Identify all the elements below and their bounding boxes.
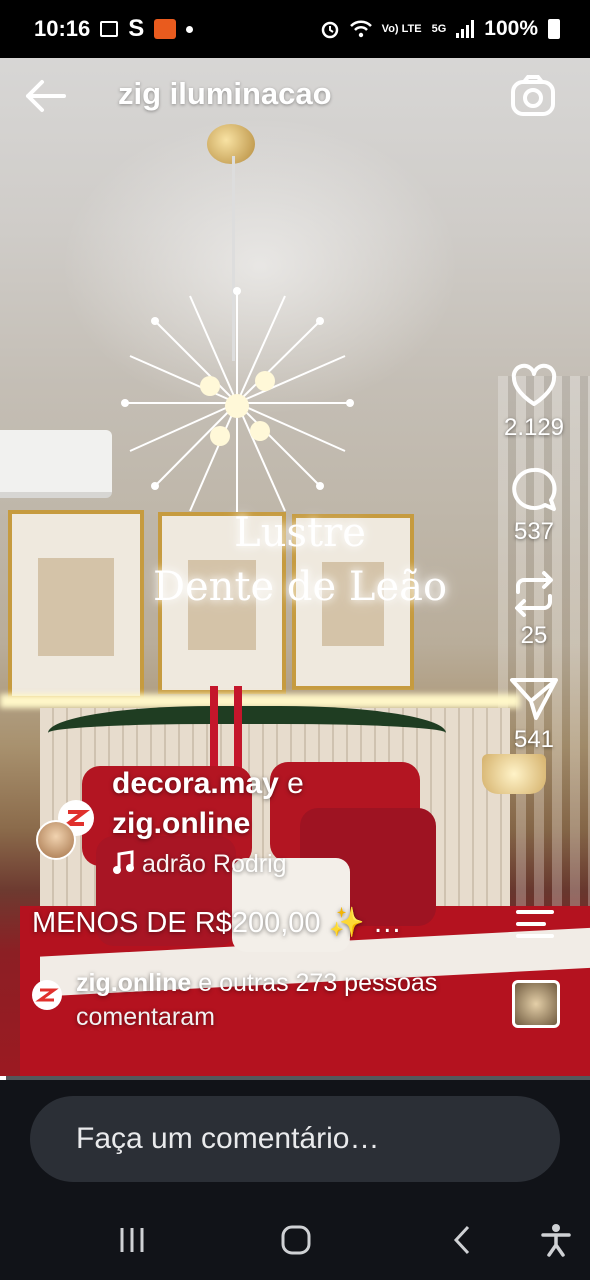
- recent-apps-button[interactable]: [110, 1218, 154, 1262]
- repost-button[interactable]: 25: [494, 568, 574, 650]
- comment-icon: [512, 467, 557, 511]
- 5g-label: 5G: [431, 23, 447, 35]
- avatar: [32, 980, 62, 1010]
- music-line[interactable]: adrão Rodrig: [112, 850, 287, 879]
- progress-fill: [0, 1076, 6, 1080]
- menu-button[interactable]: [512, 906, 558, 942]
- wifi-icon: [349, 20, 372, 38]
- action-rail: 2.129 537 25 541: [494, 360, 574, 776]
- author-name-2[interactable]: zig.online: [112, 807, 250, 840]
- comment-count: 537: [513, 518, 555, 545]
- wall-frame: [8, 510, 144, 700]
- battery-icon: [548, 19, 560, 39]
- chandelier-cap: [207, 124, 255, 164]
- volte-label: Vo) LTE: [381, 23, 422, 35]
- author-name-1[interactable]: decora.may: [112, 767, 279, 800]
- avatar: [36, 820, 76, 860]
- share-button[interactable]: 541: [494, 672, 574, 754]
- comment-button[interactable]: 537: [494, 464, 574, 546]
- back-button[interactable]: [22, 78, 66, 114]
- product-thumbnail[interactable]: [512, 980, 560, 1028]
- page-title: zig iluminacao: [118, 76, 332, 111]
- home-button[interactable]: [274, 1218, 318, 1262]
- overlay-line-2: Dente de Leão: [152, 564, 448, 610]
- camera-button[interactable]: [510, 74, 556, 118]
- music-note-icon: [113, 850, 134, 874]
- system-nav-bar: [0, 1200, 590, 1280]
- back-nav-button[interactable]: [440, 1218, 484, 1262]
- author-avatars[interactable]: [32, 800, 98, 860]
- repost-count: 25: [520, 622, 548, 649]
- battery-percent: 100%: [484, 17, 538, 40]
- zig-logo-icon: [35, 988, 59, 1002]
- home-icon: [281, 1225, 311, 1255]
- menu-lines-icon: [516, 910, 554, 938]
- camera-icon: [511, 75, 555, 116]
- accessibility-icon: [541, 1224, 571, 1257]
- top-bar: zig iluminacao: [0, 70, 590, 124]
- video-progress[interactable]: [0, 1076, 590, 1080]
- activity-text: zig.online e outras 273 pessoas comentar…: [76, 966, 437, 1034]
- s-app-icon: S: [128, 15, 145, 42]
- activity-name[interactable]: zig.online: [76, 969, 191, 997]
- like-count: 2.129: [503, 414, 565, 441]
- back-icon: [453, 1225, 470, 1255]
- activity-line-2: comentaram: [76, 1003, 215, 1031]
- gallery-icon: [100, 21, 119, 37]
- signal-icon: [456, 20, 475, 38]
- recent-apps-icon: [120, 1228, 144, 1252]
- comment-input[interactable]: Faça um comentário…: [30, 1096, 560, 1182]
- chandelier-image: [121, 287, 354, 520]
- status-time: 10:16: [34, 16, 91, 41]
- christmas-garland: [48, 706, 446, 760]
- overlay-line-1: Lustre: [234, 510, 366, 556]
- notification-dot-icon: [186, 25, 194, 33]
- author-names[interactable]: decora.may e zig.online: [112, 764, 304, 844]
- video-overlay-text: Lustre Dente de Leão: [150, 506, 450, 614]
- heart-icon: [511, 363, 557, 406]
- air-conditioner: [0, 430, 112, 498]
- share-count: 541: [513, 726, 555, 753]
- shopping-app-icon: [154, 19, 177, 39]
- arrow-left-icon: [26, 80, 66, 112]
- author-connector: e: [287, 767, 304, 800]
- accessibility-button[interactable]: [534, 1218, 578, 1262]
- send-icon: [510, 678, 558, 720]
- activity-rest: e outras 273 pessoas: [198, 969, 438, 997]
- like-button[interactable]: 2.129: [494, 360, 574, 442]
- repost-icon: [515, 571, 553, 617]
- status-bar: 10:16 S Vo) LTE 5G 100%: [0, 0, 590, 58]
- alarm-icon: [321, 21, 338, 39]
- post-caption[interactable]: MENOS DE R$200,00 ✨ …: [32, 906, 462, 940]
- music-title: adrão Rodrig: [142, 850, 287, 878]
